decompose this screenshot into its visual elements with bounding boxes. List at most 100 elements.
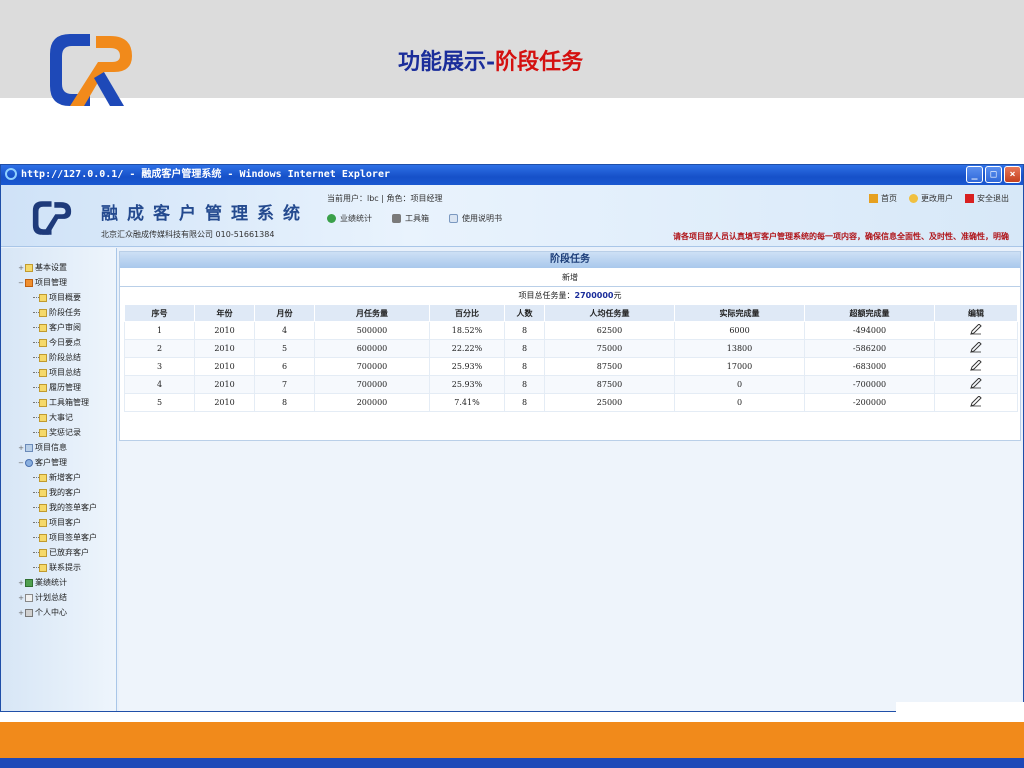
sidebar-item-today-points[interactable]: 今日要点 [1,335,116,350]
sidebar-item-project-management[interactable]: − 项目管理 [1,275,116,290]
sidebar-item-label: 已放弃客户 [49,548,89,557]
collapse-icon[interactable]: − [17,456,25,471]
page-icon [39,293,47,302]
edit-icon[interactable] [970,360,982,371]
table-row: 2 2010 5 600000 22.22% 8 75000 13800 -58… [124,339,1018,358]
sidebar-item-toolbox-admin[interactable]: 工具箱管理 [1,395,116,410]
cell-month: 6 [254,357,315,376]
cell-year: 2010 [194,375,255,394]
edit-icon[interactable] [970,342,982,353]
sidebar-item-new-customer[interactable]: 新增客户 [1,470,116,485]
edit-icon[interactable] [970,396,982,407]
close-icon[interactable]: × [1004,166,1021,183]
column-header: 月份 [254,304,315,322]
page-icon [39,488,47,497]
cell-year: 2010 [194,321,255,340]
window-titlebar[interactable]: http://127.0.0.1/ - 融成客户管理系统 - Windows I… [1,165,1023,185]
sidebar-tree: + 基本设置 − 项目管理 项目概要 阶段任务 客户审阅 今日要点 阶段总结 项目总… [1,248,117,711]
cell-edit [934,375,1018,394]
cell-edit [934,393,1018,412]
sidebar-item-project-info[interactable]: + 项目信息 [1,440,116,455]
sidebar-item-stage-tasks[interactable]: 阶段任务 [1,305,116,320]
minimize-icon[interactable]: _ [966,166,983,183]
collapse-icon[interactable]: − [17,276,25,291]
sidebar-item-project-customers[interactable]: 项目客户 [1,515,116,530]
cell-index: 5 [124,393,195,412]
cell-headcount: 8 [504,339,545,358]
cell-actual: 13800 [674,339,805,358]
stage-tasks-panel: 阶段任务 新增 项目总任务量：2700000元 序号 年份 月份 月任务量 百分… [119,251,1021,441]
folder-icon [25,263,33,272]
column-header: 序号 [124,304,195,322]
sidebar-item-label: 我的签单客户 [49,503,97,512]
expand-icon[interactable]: + [17,576,25,591]
logout-icon [965,194,974,203]
sidebar-item-label: 计划总结 [35,593,67,602]
expand-icon[interactable]: + [17,606,25,621]
sidebar-item-plan-summary[interactable]: + 计划总结 [1,590,116,605]
logout-link[interactable]: 安全退出 [965,193,1009,204]
page-icon [39,563,47,572]
sidebar-item-contact-reminder[interactable]: 联系提示 [1,560,116,575]
footer-blue-bar [0,758,1024,768]
sidebar-item-events[interactable]: 大事记 [1,410,116,425]
sidebar-item-label: 项目签单客户 [49,533,97,542]
sidebar-item-project-summary[interactable]: 项目总结 [1,365,116,380]
sidebar-item-abandoned-customers[interactable]: 已放弃客户 [1,545,116,560]
cell-actual: 17000 [674,357,805,376]
sidebar-item-rewards[interactable]: 奖惩记录 [1,425,116,440]
table-row: 3 2010 6 700000 25.93% 8 87500 17000 -68… [124,357,1018,376]
expand-icon[interactable]: + [17,441,25,456]
sidebar-item-stage-summary[interactable]: 阶段总结 [1,350,116,365]
expand-icon[interactable]: + [17,261,25,276]
sidebar-item-my-signed-customers[interactable]: 我的签单客户 [1,500,116,515]
sidebar-item-project-signed-customers[interactable]: 项目签单客户 [1,530,116,545]
notepad-icon [25,593,33,602]
notice-banner: 请各项目部人员认真填写客户管理系统的每一项内容，确保信息全面性、及时性、准确性，… [673,232,1009,241]
change-user-link[interactable]: 更改用户 [909,193,953,204]
page-icon [39,308,47,317]
footer-orange-bar [0,722,1024,758]
gear-icon [25,278,33,287]
person-icon [25,608,33,617]
toolbar-manual[interactable]: 使用说明书 [449,213,502,224]
panel-title: 阶段任务 [120,252,1020,268]
sidebar-item-label: 项目总结 [49,368,81,377]
sidebar-item-label: 新增客户 [49,473,81,482]
sidebar-item-label: 联系提示 [49,563,81,572]
cell-excess: -683000 [804,357,935,376]
cell-excess: -200000 [804,393,935,412]
cell-actual: 0 [674,393,805,412]
sidebar-item-my-customers[interactable]: 我的客户 [1,485,116,500]
cell-actual: 0 [674,375,805,394]
sidebar-item-customer-management[interactable]: − 客户管理 [1,455,116,470]
toolbar-tools[interactable]: 工具箱 [392,213,429,224]
top-links: 首页 更改用户 安全退出 [869,193,1009,204]
document-icon [449,214,458,223]
sidebar-item-project-overview[interactable]: 项目概要 [1,290,116,305]
cell-headcount: 8 [504,393,545,412]
edit-icon[interactable] [970,324,982,335]
edit-icon[interactable] [970,378,982,389]
home-link[interactable]: 首页 [869,193,897,204]
toolbar-stats[interactable]: 业绩统计 [327,213,372,224]
cell-percentage: 25.93% [429,357,505,376]
sidebar-item-customer-review[interactable]: 客户审阅 [1,320,116,335]
cell-index: 2 [124,339,195,358]
sidebar-item-label: 奖惩记录 [49,428,81,437]
sidebar-item-label: 项目客户 [49,518,81,527]
sidebar-item-basic-settings[interactable]: + 基本设置 [1,260,116,275]
cell-actual: 6000 [674,321,805,340]
monitor-icon [25,443,33,452]
slide-title-highlight: 阶段任务 [495,49,584,75]
cell-edit [934,357,1018,376]
cell-headcount: 8 [504,375,545,394]
total-task-row: 项目总任务量：2700000元 [120,287,1020,304]
add-link[interactable]: 新增 [562,273,578,282]
sidebar-item-personal-center[interactable]: + 个人中心 [1,605,116,620]
expand-icon[interactable]: + [17,591,25,606]
sidebar-item-resume[interactable]: 履历管理 [1,380,116,395]
maximize-icon[interactable]: □ [985,166,1002,183]
cell-monthly-target: 500000 [314,321,430,340]
sidebar-item-performance-stats[interactable]: + 業绩统计 [1,575,116,590]
